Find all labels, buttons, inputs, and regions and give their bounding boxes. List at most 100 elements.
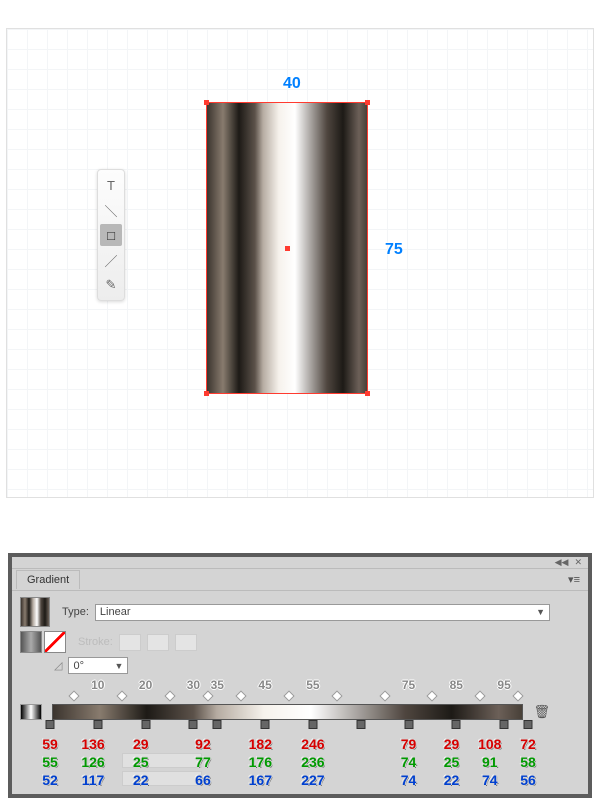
midpoint-diamond[interactable] [379, 690, 390, 701]
handle-center[interactable] [285, 246, 290, 251]
type-label: Type: [62, 606, 89, 618]
r-value: 108 [478, 736, 501, 752]
panel-collapse-icon[interactable]: ◀◀ [555, 557, 569, 568]
color-stop[interactable] [500, 720, 509, 729]
midpoint-diamond[interactable] [236, 690, 247, 701]
r-value: 72 [520, 736, 536, 752]
b-value: 52 [42, 772, 58, 788]
midpoint-diamond[interactable] [202, 690, 213, 701]
angle-value: 0° [73, 660, 84, 672]
tool-palette: T ＼ □ ／ ✎ [97, 169, 125, 301]
g-value: 25 [133, 754, 149, 770]
r-value: 29 [444, 736, 460, 752]
panel-titlebar[interactable]: ◀◀ ✕ [12, 557, 588, 569]
none-swatch[interactable] [44, 631, 66, 653]
stop-label: 95 [497, 678, 510, 692]
handle-top-left[interactable] [204, 100, 209, 105]
tab-gradient[interactable]: Gradient [16, 570, 80, 589]
midpoint-diamond[interactable] [164, 690, 175, 701]
b-row: 52117226616722774227456 [50, 772, 550, 790]
angle-input[interactable]: 0° ▼ [68, 657, 128, 674]
midpoint-diamond[interactable] [116, 690, 127, 701]
gradient-preview-swatch[interactable] [20, 597, 50, 627]
g-value: 55 [42, 754, 58, 770]
panel-body: Type: Linear ▼ Stroke: ◿ 0° ▼ 102 [12, 591, 588, 794]
chevron-down-icon: ▼ [115, 661, 124, 671]
midpoint-diamond[interactable] [283, 690, 294, 701]
rectangle-tool-icon[interactable]: □ [100, 224, 122, 246]
g-value: 91 [482, 754, 498, 770]
g-value: 25 [444, 754, 460, 770]
rgb-values-table: 591362992182246792910872 551262577176236… [50, 736, 550, 790]
b-value: 74 [482, 772, 498, 788]
r-value: 246 [301, 736, 324, 752]
midpoint-diamond[interactable] [427, 690, 438, 701]
type-select[interactable]: Linear ▼ [95, 604, 550, 621]
stop-position-labels: 102030354555758595 [50, 678, 550, 692]
g-value: 236 [301, 754, 324, 770]
selected-rectangle[interactable] [207, 103, 367, 393]
g-value: 74 [401, 754, 417, 770]
midpoint-diamond[interactable] [475, 690, 486, 701]
b-value: 74 [401, 772, 417, 788]
midpoint-diamond[interactable] [331, 690, 342, 701]
g-row: 55126257717623674259158 [50, 754, 550, 772]
color-stop[interactable] [404, 720, 413, 729]
fill-swatch[interactable] [20, 631, 42, 653]
color-stop[interactable] [141, 720, 150, 729]
color-stop[interactable] [46, 720, 55, 729]
b-value: 117 [82, 772, 105, 788]
stroke-row: Stroke: [20, 631, 550, 653]
stop-label: 45 [258, 678, 271, 692]
brush-tool-icon[interactable]: ／ [100, 249, 122, 271]
color-stop[interactable] [524, 720, 533, 729]
panel-menu-icon[interactable]: ▾≡ [560, 573, 588, 586]
color-stop[interactable] [93, 720, 102, 729]
b-value: 56 [520, 772, 536, 788]
g-value: 77 [195, 754, 211, 770]
type-tool-icon[interactable]: T [100, 174, 122, 196]
pencil-tool-icon[interactable]: ✎ [100, 274, 122, 296]
r-value: 29 [133, 736, 149, 752]
stop-label: 10 [91, 678, 104, 692]
gradient-panel: ◀◀ ✕ Gradient ▾≡ Type: Linear ▼ Stroke: [8, 553, 592, 798]
color-stop[interactable] [213, 720, 222, 729]
stroke-option-1[interactable] [119, 634, 141, 651]
handle-bottom-left[interactable] [204, 391, 209, 396]
handle-top-right[interactable] [365, 100, 370, 105]
handle-bottom-right[interactable] [365, 391, 370, 396]
g-value: 126 [81, 754, 104, 770]
color-stop[interactable] [189, 720, 198, 729]
b-value: 22 [133, 772, 149, 788]
dimension-height-label: 75 [385, 241, 403, 259]
r-value: 59 [42, 736, 58, 752]
trash-icon[interactable]: 🗑 [533, 704, 550, 720]
b-value: 66 [195, 772, 211, 788]
angle-icon: ◿ [54, 659, 62, 672]
r-value: 136 [81, 736, 104, 752]
midpoint-diamond[interactable] [513, 690, 524, 701]
dimension-width-label: 40 [283, 75, 301, 93]
canvas[interactable]: 40 75 T ＼ □ ／ ✎ [6, 28, 594, 498]
b-value: 22 [444, 772, 460, 788]
panel-close-icon[interactable]: ✕ [574, 557, 582, 568]
tab-gradient-label: Gradient [27, 574, 69, 586]
panel-tabs: Gradient ▾≡ [12, 569, 588, 591]
color-stop[interactable] [261, 720, 270, 729]
stop-label: 35 [211, 678, 224, 692]
stop-label: 55 [306, 678, 319, 692]
color-stop[interactable] [308, 720, 317, 729]
line-tool-icon[interactable]: ＼ [100, 199, 122, 221]
stop-label: 75 [402, 678, 415, 692]
g-value: 176 [249, 754, 272, 770]
stop-label: 30 [187, 678, 200, 692]
color-stop[interactable] [452, 720, 461, 729]
stroke-option-3[interactable] [175, 634, 197, 651]
chevron-down-icon: ▼ [536, 607, 545, 617]
midpoint-diamond[interactable] [68, 690, 79, 701]
stroke-option-2[interactable] [147, 634, 169, 651]
gradient-bar[interactable] [52, 704, 523, 720]
color-stop[interactable] [356, 720, 365, 729]
reverse-gradient-button[interactable] [20, 704, 42, 720]
type-row: Type: Linear ▼ [20, 597, 550, 627]
